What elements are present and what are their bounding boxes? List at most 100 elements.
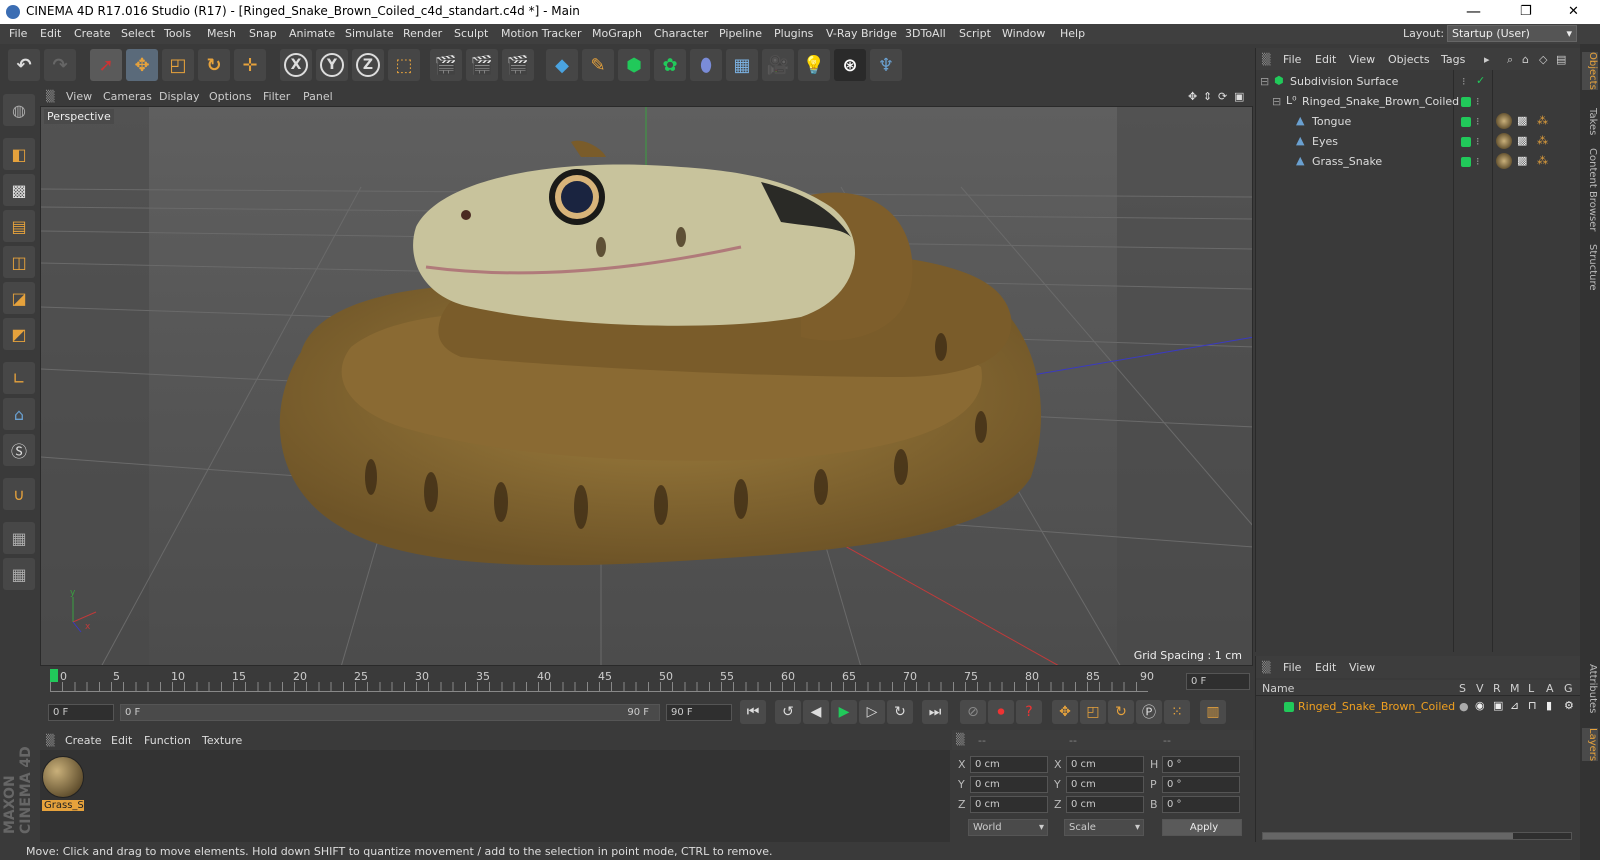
selection-tag-icon[interactable]: ⁂ <box>1537 114 1548 127</box>
autokey-button[interactable]: ⏺ <box>988 700 1014 724</box>
make-editable-button[interactable]: ◍ <box>3 94 35 126</box>
menu-create[interactable]: Create <box>74 27 111 40</box>
apply-button[interactable]: Apply <box>1162 819 1242 836</box>
maximize-view-icon[interactable]: ▣ <box>1234 90 1244 103</box>
position-x-field[interactable]: 0 cm <box>970 756 1048 773</box>
frame-range-slider[interactable]: 0 F 90 F <box>120 704 660 721</box>
visibility-dots-icon[interactable]: ⁝ <box>1476 155 1480 168</box>
vp-menu-cameras[interactable]: Cameras <box>103 90 152 103</box>
record-keys-button[interactable]: ⊘ <box>960 700 986 724</box>
size-x-field[interactable]: 0 cm <box>1066 756 1144 773</box>
mat-menu-texture[interactable]: Texture <box>202 734 242 747</box>
render-picture-viewer-button[interactable]: 🎬 <box>466 49 498 81</box>
search-icon[interactable]: ⌕ <box>1507 53 1513 67</box>
menu-render[interactable]: Render <box>403 27 442 40</box>
cloner-button[interactable]: ✿ <box>654 49 686 81</box>
side-tab-layers[interactable]: Layers <box>1582 728 1598 762</box>
model-mode-button[interactable]: ◧ <box>3 138 35 170</box>
layer-scrollbar[interactable] <box>1262 832 1572 840</box>
position-y-field[interactable]: 0 cm <box>970 776 1048 793</box>
redo-button[interactable]: ↷ <box>44 49 76 81</box>
solo-button[interactable]: Ⓢ <box>3 434 35 466</box>
layer-color-icon[interactable] <box>1461 117 1471 127</box>
position-z-field[interactable]: 0 cm <box>970 796 1048 813</box>
perspective-viewport[interactable]: y x Perspective Grid Spacing : 1 cm <box>40 106 1253 666</box>
points-mode-button[interactable]: ◫ <box>3 246 35 278</box>
vp-menu-view[interactable]: View <box>66 90 92 103</box>
mat-menu-function[interactable]: Function <box>144 734 191 747</box>
menu-help[interactable]: Help <box>1060 27 1085 40</box>
menu-edit[interactable]: Edit <box>40 27 61 40</box>
selection-tag-icon[interactable]: ⁂ <box>1537 154 1548 167</box>
layer-row[interactable]: Ringed_Snake_Brown_Coiled ● ◉ ▣ ⊿ ⊓ ▮ ⚙ <box>1256 698 1581 716</box>
y-axis-button[interactable]: Y <box>316 49 348 81</box>
python-button[interactable]: ♆ <box>870 49 902 81</box>
object-row-grass-snake[interactable]: ▲ Grass_Snake ⁝ ▩ ⁂ <box>1256 152 1581 172</box>
next-frame-button[interactable]: ▷ <box>859 700 885 724</box>
workplane-mode-button[interactable]: ▤ <box>3 210 35 242</box>
menu-script[interactable]: Script <box>959 27 991 40</box>
material-swatch[interactable]: Grass_S <box>42 756 84 812</box>
selection-tag-icon[interactable]: ⁂ <box>1537 134 1548 147</box>
pan-icon[interactable]: ✥ <box>1188 90 1197 103</box>
tweak-mode-button[interactable]: ⌂ <box>3 398 35 430</box>
key-pla-button[interactable]: ⁙ <box>1164 700 1190 724</box>
layer-color-icon[interactable] <box>1461 137 1471 147</box>
camera-button[interactable]: 🎥 <box>762 49 794 81</box>
object-row-tongue[interactable]: ▲ Tongue ⁝ ▩ ⁂ <box>1256 112 1581 132</box>
subdivision-surface-button[interactable]: ⬢ <box>618 49 650 81</box>
vp-menu-display[interactable]: Display <box>159 90 200 103</box>
floor-button[interactable]: ▦ <box>726 49 758 81</box>
size-y-field[interactable]: 0 cm <box>1066 776 1144 793</box>
vray-button[interactable]: ⊛ <box>834 49 866 81</box>
rotate-tool-button[interactable]: ↻ <box>198 49 230 81</box>
visibility-dots-icon[interactable]: ⁝ <box>1476 135 1480 148</box>
menu-vray-bridge[interactable]: V-Ray Bridge <box>826 27 897 40</box>
key-parameter-button[interactable]: Ⓟ <box>1136 700 1162 724</box>
keyframe-selection-button[interactable]: ? <box>1016 700 1042 724</box>
menu-file[interactable]: File <box>9 27 27 40</box>
eye-icon[interactable]: ◉ <box>1475 699 1485 712</box>
menu-simulate[interactable]: Simulate <box>345 27 394 40</box>
layer-menu-file[interactable]: File <box>1283 661 1301 674</box>
snap-button[interactable]: ∪ <box>3 478 35 510</box>
start-frame-field[interactable]: 0 F <box>48 704 114 721</box>
menu-3dtoall[interactable]: 3DToAll <box>905 27 946 40</box>
texture-tag-icon[interactable]: ▩ <box>1517 154 1527 167</box>
solo-dot-icon[interactable]: ● <box>1459 700 1469 713</box>
workplane-snap-button[interactable]: ▦ <box>3 558 35 590</box>
new-view-icon[interactable]: ▤ <box>1556 53 1566 66</box>
end-frame-field[interactable]: 90 F <box>666 704 732 721</box>
close-button[interactable]: ✕ <box>1568 4 1579 19</box>
menu-plugins[interactable]: Plugins <box>774 27 813 40</box>
texture-tag-icon[interactable]: ▩ <box>1517 114 1527 127</box>
deformer-button[interactable]: ⬮ <box>690 49 722 81</box>
menu-animate[interactable]: Animate <box>289 27 335 40</box>
size-z-field[interactable]: 0 cm <box>1066 796 1144 813</box>
maximize-button[interactable]: ❐ <box>1520 4 1532 19</box>
obj-menu-edit[interactable]: Edit <box>1315 53 1336 66</box>
menu-window[interactable]: Window <box>1002 27 1045 40</box>
goto-end-button[interactable]: ⏭ <box>922 700 948 724</box>
collapse-icon[interactable]: ⊟ <box>1260 75 1269 88</box>
layout-select[interactable]: Startup (User) ▾ <box>1447 25 1577 42</box>
menu-motion-tracker[interactable]: Motion Tracker <box>501 27 581 40</box>
key-rotation-button[interactable]: ↻ <box>1108 700 1134 724</box>
vp-menu-filter[interactable]: Filter <box>263 90 290 103</box>
scrollbar-thumb[interactable] <box>1263 833 1513 839</box>
key-scale-button[interactable]: ◰ <box>1080 700 1106 724</box>
prev-key-button[interactable]: ↺ <box>775 700 801 724</box>
object-row-ringed-snake[interactable]: ⊟ L⁰ Ringed_Snake_Brown_Coiled ⁝ <box>1256 92 1581 112</box>
texture-mode-button[interactable]: ▩ <box>3 174 35 206</box>
render-view-button[interactable]: 🎬 <box>430 49 462 81</box>
animation-icon[interactable]: ▮ <box>1546 699 1552 712</box>
dolly-icon[interactable]: ⇕ <box>1203 90 1212 103</box>
timeline-ruler[interactable]: 0 5 10 15 20 25 30 35 40 45 50 55 60 65 … <box>40 668 1253 696</box>
obj-menu-view[interactable]: View <box>1349 53 1375 66</box>
material-tag-icon[interactable] <box>1496 113 1512 129</box>
move-tool-button[interactable]: ✥ <box>126 49 158 81</box>
material-tag-icon[interactable] <box>1496 133 1512 149</box>
prev-frame-button[interactable]: ◀ <box>803 700 829 724</box>
rotation-p-field[interactable]: 0 ° <box>1162 776 1240 793</box>
layer-color-icon[interactable] <box>1284 702 1294 712</box>
